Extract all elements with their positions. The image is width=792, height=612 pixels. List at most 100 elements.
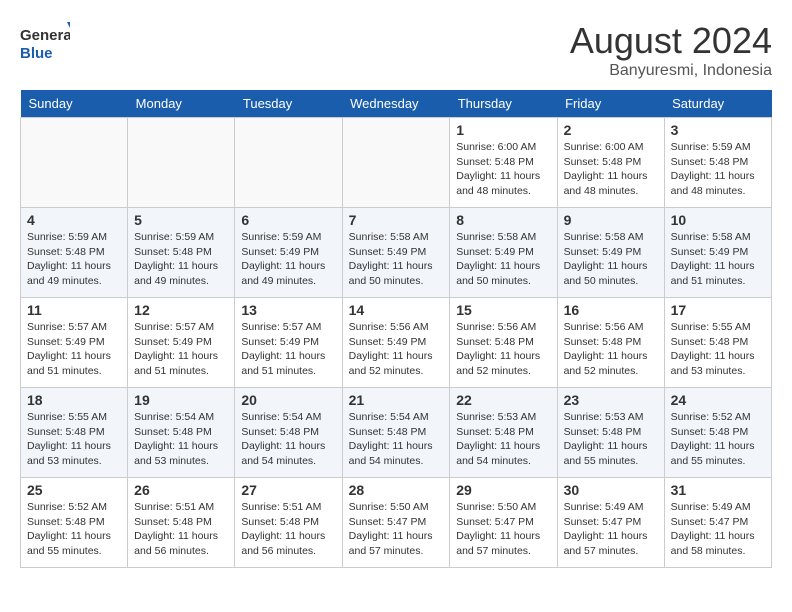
calendar-cell: 26 Sunrise: 5:51 AM Sunset: 5:48 PM Dayli… bbox=[128, 478, 235, 568]
calendar-cell: 12 Sunrise: 5:57 AM Sunset: 5:49 PM Dayli… bbox=[128, 298, 235, 388]
day-detail: Sunrise: 5:59 AM Sunset: 5:48 PM Dayligh… bbox=[27, 230, 121, 289]
calendar-cell: 7 Sunrise: 5:58 AM Sunset: 5:49 PM Daylig… bbox=[342, 208, 450, 298]
weekday-monday: Monday bbox=[128, 90, 235, 118]
weekday-saturday: Saturday bbox=[664, 90, 771, 118]
day-number: 3 bbox=[671, 122, 765, 138]
logo: General Blue bbox=[20, 20, 70, 65]
day-number: 2 bbox=[564, 122, 658, 138]
calendar-cell: 25Sunrise: 5:52 AM Sunset: 5:48 PM Dayli… bbox=[21, 478, 128, 568]
svg-text:Blue: Blue bbox=[20, 45, 53, 62]
day-detail: Sunrise: 5:56 AM Sunset: 5:48 PM Dayligh… bbox=[456, 320, 550, 379]
day-number: 13 bbox=[241, 302, 335, 318]
calendar-cell: 2Sunrise: 6:00 AM Sunset: 5:48 PM Daylig… bbox=[557, 118, 664, 208]
day-number: 6 bbox=[241, 212, 335, 228]
day-number: 30 bbox=[564, 482, 658, 498]
weekday-sunday: Sunday bbox=[21, 90, 128, 118]
day-number: 29 bbox=[456, 482, 550, 498]
calendar-table: SundayMondayTuesdayWednesdayThursdayFrid… bbox=[20, 90, 772, 568]
week-row-3: 11 Sunrise: 5:57 AM Sunset: 5:49 PM Dayli… bbox=[21, 298, 772, 388]
day-detail: Sunrise: 5:54 AM Sunset: 5:48 PM Dayligh… bbox=[349, 410, 444, 469]
day-detail: Sunrise: 5:54 AM Sunset: 5:48 PM Dayligh… bbox=[134, 410, 228, 469]
weekday-wednesday: Wednesday bbox=[342, 90, 450, 118]
day-detail: Sunrise: 5:57 AM Sunset: 5:49 PM Dayligh… bbox=[241, 320, 335, 379]
calendar-cell: 6Sunrise: 5:59 AM Sunset: 5:49 PM Daylig… bbox=[235, 208, 342, 298]
calendar-cell: 27 Sunrise: 5:51 AM Sunset: 5:48 PM Dayli… bbox=[235, 478, 342, 568]
day-detail: Sunrise: 6:00 AM Sunset: 5:48 PM Dayligh… bbox=[456, 140, 550, 199]
day-number: 17 bbox=[671, 302, 765, 318]
week-row-5: 25Sunrise: 5:52 AM Sunset: 5:48 PM Dayli… bbox=[21, 478, 772, 568]
day-detail: Sunrise: 5:51 AM Sunset: 5:48 PM Dayligh… bbox=[134, 500, 228, 559]
day-number: 1 bbox=[456, 122, 550, 138]
calendar-cell: 4Sunrise: 5:59 AM Sunset: 5:48 PM Daylig… bbox=[21, 208, 128, 298]
calendar-cell: 28Sunrise: 5:50 AM Sunset: 5:47 PM Dayli… bbox=[342, 478, 450, 568]
calendar-cell: 21 Sunrise: 5:54 AM Sunset: 5:48 PM Dayli… bbox=[342, 388, 450, 478]
day-number: 9 bbox=[564, 212, 658, 228]
calendar-cell: 18 Sunrise: 5:55 AM Sunset: 5:48 PM Dayli… bbox=[21, 388, 128, 478]
calendar-cell bbox=[235, 118, 342, 208]
day-number: 31 bbox=[671, 482, 765, 498]
calendar-cell bbox=[342, 118, 450, 208]
day-number: 16 bbox=[564, 302, 658, 318]
day-number: 5 bbox=[134, 212, 228, 228]
week-row-2: 4Sunrise: 5:59 AM Sunset: 5:48 PM Daylig… bbox=[21, 208, 772, 298]
calendar-cell: 15Sunrise: 5:56 AM Sunset: 5:48 PM Dayli… bbox=[450, 298, 557, 388]
day-detail: Sunrise: 5:56 AM Sunset: 5:48 PM Dayligh… bbox=[564, 320, 658, 379]
day-detail: Sunrise: 5:52 AM Sunset: 5:48 PM Dayligh… bbox=[671, 410, 765, 469]
day-detail: Sunrise: 5:57 AM Sunset: 5:49 PM Dayligh… bbox=[134, 320, 228, 379]
calendar-cell: 10 Sunrise: 5:58 AM Sunset: 5:49 PM Dayli… bbox=[664, 208, 771, 298]
day-detail: Sunrise: 5:49 AM Sunset: 5:47 PM Dayligh… bbox=[671, 500, 765, 559]
calendar-cell: 1 Sunrise: 6:00 AM Sunset: 5:48 PM Daylig… bbox=[450, 118, 557, 208]
calendar-cell: 29Sunrise: 5:50 AM Sunset: 5:47 PM Dayli… bbox=[450, 478, 557, 568]
day-detail: Sunrise: 5:58 AM Sunset: 5:49 PM Dayligh… bbox=[564, 230, 658, 289]
calendar-cell: 3 Sunrise: 5:59 AM Sunset: 5:48 PM Daylig… bbox=[664, 118, 771, 208]
page-header: General Blue August 2024 Banyuresmi, Ind… bbox=[20, 20, 772, 80]
day-detail: Sunrise: 5:55 AM Sunset: 5:48 PM Dayligh… bbox=[671, 320, 765, 379]
calendar-cell: 30Sunrise: 5:49 AM Sunset: 5:47 PM Dayli… bbox=[557, 478, 664, 568]
calendar-cell bbox=[21, 118, 128, 208]
day-number: 28 bbox=[349, 482, 444, 498]
day-detail: Sunrise: 5:55 AM Sunset: 5:48 PM Dayligh… bbox=[27, 410, 121, 469]
day-number: 20 bbox=[241, 392, 335, 408]
calendar-cell: 22 Sunrise: 5:53 AM Sunset: 5:48 PM Dayli… bbox=[450, 388, 557, 478]
day-detail: Sunrise: 5:57 AM Sunset: 5:49 PM Dayligh… bbox=[27, 320, 121, 379]
calendar-cell: 11 Sunrise: 5:57 AM Sunset: 5:49 PM Dayli… bbox=[21, 298, 128, 388]
day-detail: Sunrise: 5:58 AM Sunset: 5:49 PM Dayligh… bbox=[456, 230, 550, 289]
day-number: 27 bbox=[241, 482, 335, 498]
day-detail: Sunrise: 5:59 AM Sunset: 5:48 PM Dayligh… bbox=[671, 140, 765, 199]
calendar-cell: 23Sunrise: 5:53 AM Sunset: 5:48 PM Dayli… bbox=[557, 388, 664, 478]
calendar-cell: 8 Sunrise: 5:58 AM Sunset: 5:49 PM Daylig… bbox=[450, 208, 557, 298]
calendar-cell: 20 Sunrise: 5:54 AM Sunset: 5:48 PM Dayli… bbox=[235, 388, 342, 478]
calendar-cell: 9 Sunrise: 5:58 AM Sunset: 5:49 PM Daylig… bbox=[557, 208, 664, 298]
day-detail: Sunrise: 5:58 AM Sunset: 5:49 PM Dayligh… bbox=[349, 230, 444, 289]
day-number: 7 bbox=[349, 212, 444, 228]
calendar-cell: 31 Sunrise: 5:49 AM Sunset: 5:47 PM Dayli… bbox=[664, 478, 771, 568]
calendar-cell: 14Sunrise: 5:56 AM Sunset: 5:49 PM Dayli… bbox=[342, 298, 450, 388]
day-detail: Sunrise: 5:51 AM Sunset: 5:48 PM Dayligh… bbox=[241, 500, 335, 559]
day-number: 24 bbox=[671, 392, 765, 408]
day-detail: Sunrise: 5:58 AM Sunset: 5:49 PM Dayligh… bbox=[671, 230, 765, 289]
day-detail: Sunrise: 5:54 AM Sunset: 5:48 PM Dayligh… bbox=[241, 410, 335, 469]
week-row-1: 1 Sunrise: 6:00 AM Sunset: 5:48 PM Daylig… bbox=[21, 118, 772, 208]
day-number: 11 bbox=[27, 302, 121, 318]
day-number: 14 bbox=[349, 302, 444, 318]
day-number: 12 bbox=[134, 302, 228, 318]
weekday-friday: Friday bbox=[557, 90, 664, 118]
day-number: 21 bbox=[349, 392, 444, 408]
calendar-cell: 24 Sunrise: 5:52 AM Sunset: 5:48 PM Dayli… bbox=[664, 388, 771, 478]
title-block: August 2024 Banyuresmi, Indonesia bbox=[570, 20, 772, 80]
svg-text:General: General bbox=[20, 27, 70, 44]
calendar-cell: 19 Sunrise: 5:54 AM Sunset: 5:48 PM Dayli… bbox=[128, 388, 235, 478]
day-number: 19 bbox=[134, 392, 228, 408]
day-detail: Sunrise: 5:59 AM Sunset: 5:48 PM Dayligh… bbox=[134, 230, 228, 289]
location-title: Banyuresmi, Indonesia bbox=[570, 62, 772, 80]
day-number: 10 bbox=[671, 212, 765, 228]
weekday-header-row: SundayMondayTuesdayWednesdayThursdayFrid… bbox=[21, 90, 772, 118]
day-detail: Sunrise: 5:53 AM Sunset: 5:48 PM Dayligh… bbox=[456, 410, 550, 469]
day-number: 8 bbox=[456, 212, 550, 228]
weekday-thursday: Thursday bbox=[450, 90, 557, 118]
day-detail: Sunrise: 5:52 AM Sunset: 5:48 PM Dayligh… bbox=[27, 500, 121, 559]
day-number: 22 bbox=[456, 392, 550, 408]
day-number: 26 bbox=[134, 482, 228, 498]
week-row-4: 18 Sunrise: 5:55 AM Sunset: 5:48 PM Dayli… bbox=[21, 388, 772, 478]
day-number: 18 bbox=[27, 392, 121, 408]
